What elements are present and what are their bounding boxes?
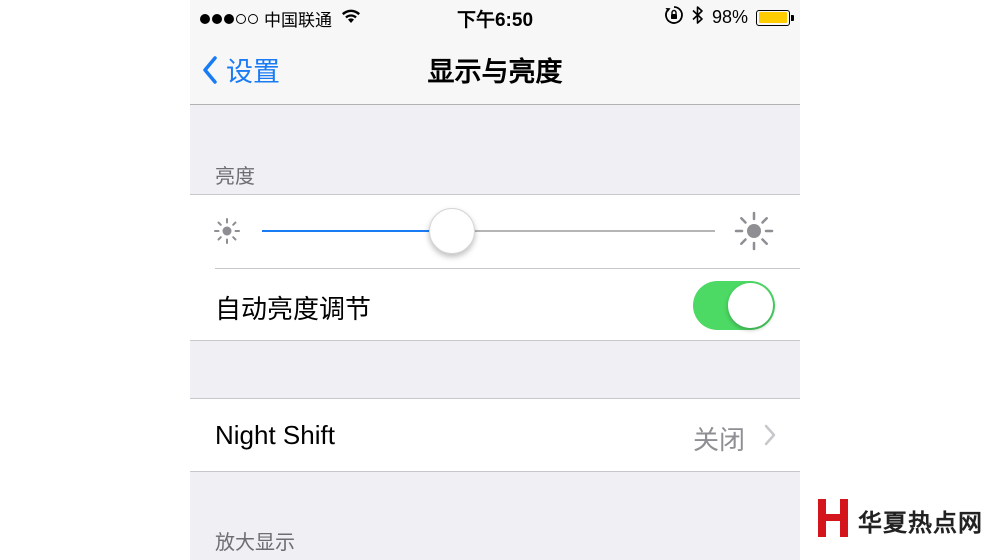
brightness-group: 自动亮度调节 <box>190 194 800 341</box>
battery-icon <box>756 9 794 26</box>
night-shift-group: Night Shift 关闭 <box>190 398 800 472</box>
battery-nub <box>791 14 794 21</box>
sun-large-icon <box>734 211 774 256</box>
watermark-logo-icon <box>816 497 850 544</box>
watermark: 华夏热点网 <box>816 497 983 544</box>
night-shift-label: Night Shift <box>215 420 335 450</box>
section-header-zoom: 放大显示 <box>215 532 295 554</box>
night-shift-value: 关闭 <box>692 425 745 455</box>
brightness-slider-fill <box>262 230 453 232</box>
brightness-slider-row <box>190 195 800 268</box>
night-shift-row[interactable]: Night Shift 关闭 <box>190 399 800 471</box>
page-title: 显示与亮度 <box>427 57 563 87</box>
bluetooth-icon <box>692 5 704 30</box>
status-bar: 中国联通 下午6:50 98% <box>190 0 800 34</box>
settings-screen: 中国联通 下午6:50 98% 设置 显示与亮度 亮度 自动亮度调节 Night… <box>190 0 800 560</box>
row-separator <box>215 268 800 269</box>
watermark-text: 华夏热点网 <box>858 508 983 537</box>
orientation-lock-icon <box>664 5 684 30</box>
auto-brightness-label: 自动亮度调节 <box>215 294 372 324</box>
navigation-bar: 设置 显示与亮度 <box>190 34 800 105</box>
status-right: 98% <box>664 5 794 30</box>
sun-small-icon <box>212 216 242 251</box>
toggle-knob <box>728 283 773 328</box>
auto-brightness-row: 自动亮度调节 <box>190 268 800 341</box>
chevron-right-icon <box>764 424 776 451</box>
brightness-slider-thumb[interactable] <box>429 208 476 254</box>
battery-level-fill <box>758 12 787 23</box>
battery-percent: 98% <box>711 7 748 27</box>
brightness-slider-track[interactable] <box>262 208 715 254</box>
auto-brightness-toggle[interactable] <box>693 281 775 330</box>
section-header-brightness: 亮度 <box>215 166 255 188</box>
